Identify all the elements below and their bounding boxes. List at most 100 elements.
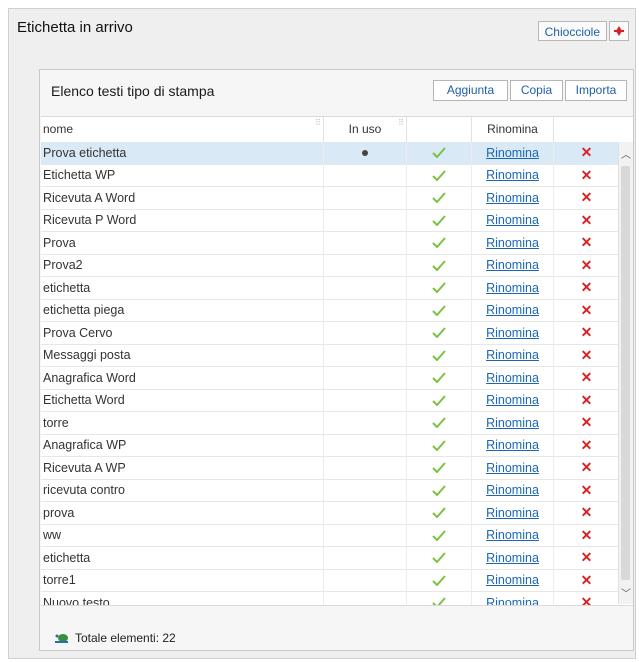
- delete-icon[interactable]: ✕: [581, 594, 593, 605]
- rename-link[interactable]: Rinomina: [486, 281, 539, 295]
- table-row[interactable]: Ricevuta A WP Rinomina ✕: [41, 457, 619, 480]
- rename-link[interactable]: Rinomina: [486, 483, 539, 497]
- table-row[interactable]: Etichetta Word Rinomina ✕: [41, 389, 619, 412]
- table-row[interactable]: Etichetta WP Rinomina ✕: [41, 164, 619, 187]
- row-select-check[interactable]: [407, 479, 472, 501]
- table-row[interactable]: Messaggi posta Rinomina ✕: [41, 344, 619, 367]
- delete-icon[interactable]: ✕: [581, 324, 593, 341]
- table-row[interactable]: Anagrafica WP Rinomina ✕: [41, 434, 619, 457]
- check-icon: [432, 462, 446, 474]
- scroll-down-icon[interactable]: ﹀: [621, 585, 631, 600]
- row-rename-cell: Rinomina: [472, 412, 554, 434]
- delete-icon[interactable]: ✕: [581, 279, 593, 296]
- rename-link[interactable]: Rinomina: [486, 506, 539, 520]
- table-row[interactable]: Prova Cervo Rinomina ✕: [41, 322, 619, 345]
- row-rename-cell: Rinomina: [472, 254, 554, 276]
- row-select-check[interactable]: [407, 412, 472, 434]
- row-select-check[interactable]: [407, 457, 472, 479]
- row-select-check[interactable]: [407, 277, 472, 299]
- header-name[interactable]: nome ⠿: [41, 117, 324, 142]
- row-select-check[interactable]: [407, 299, 472, 321]
- table-row[interactable]: torre Rinomina ✕: [41, 412, 619, 435]
- import-button[interactable]: Importa: [565, 80, 627, 101]
- rename-link[interactable]: Rinomina: [486, 596, 539, 605]
- rename-link[interactable]: Rinomina: [486, 303, 539, 317]
- rename-link[interactable]: Rinomina: [486, 393, 539, 407]
- delete-icon[interactable]: ✕: [581, 504, 593, 521]
- delete-icon[interactable]: ✕: [581, 482, 593, 499]
- rename-link[interactable]: Rinomina: [486, 461, 539, 475]
- scrollbar-thumb[interactable]: [621, 166, 630, 580]
- chiocciole-button[interactable]: Chiocciole: [537, 21, 607, 41]
- table-row[interactable]: etichetta piega Rinomina ✕: [41, 299, 619, 322]
- row-select-check[interactable]: [407, 592, 472, 605]
- table-row[interactable]: Prova2 Rinomina ✕: [41, 254, 619, 277]
- delete-icon[interactable]: ✕: [581, 234, 593, 251]
- delete-icon[interactable]: ✕: [581, 572, 593, 589]
- row-select-check[interactable]: [407, 547, 472, 569]
- rename-link[interactable]: Rinomina: [486, 416, 539, 430]
- table-row[interactable]: Nuovo testo Rinomina ✕: [41, 592, 619, 605]
- delete-icon[interactable]: ✕: [581, 347, 593, 364]
- rename-link[interactable]: Rinomina: [486, 551, 539, 565]
- table-row[interactable]: Prova Rinomina ✕: [41, 232, 619, 255]
- row-select-check[interactable]: [407, 389, 472, 411]
- delete-icon[interactable]: ✕: [581, 459, 593, 476]
- scroll-up-icon[interactable]: ︿: [621, 146, 631, 161]
- row-rename-cell: Rinomina: [472, 344, 554, 366]
- row-select-check[interactable]: [407, 187, 472, 209]
- table-row[interactable]: torre1 Rinomina ✕: [41, 569, 619, 592]
- delete-icon[interactable]: ✕: [581, 392, 593, 409]
- rename-link[interactable]: Rinomina: [486, 236, 539, 250]
- delete-icon[interactable]: ✕: [581, 414, 593, 431]
- table-row[interactable]: etichetta Rinomina ✕: [41, 277, 619, 300]
- delete-icon[interactable]: ✕: [581, 257, 593, 274]
- table-row[interactable]: etichetta Rinomina ✕: [41, 547, 619, 570]
- rename-link[interactable]: Rinomina: [486, 326, 539, 340]
- delete-icon[interactable]: ✕: [581, 437, 593, 454]
- rename-link[interactable]: Rinomina: [486, 146, 539, 160]
- delete-icon[interactable]: ✕: [581, 212, 593, 229]
- row-select-check[interactable]: [407, 232, 472, 254]
- rename-link[interactable]: Rinomina: [486, 371, 539, 385]
- row-select-check[interactable]: [407, 164, 472, 186]
- table-row[interactable]: prova Rinomina ✕: [41, 502, 619, 525]
- header-in-use[interactable]: In uso ⠿: [324, 117, 407, 142]
- delete-icon[interactable]: ✕: [581, 189, 593, 206]
- table-row[interactable]: Ricevuta P Word Rinomina ✕: [41, 209, 619, 232]
- rename-link[interactable]: Rinomina: [486, 258, 539, 272]
- row-select-check[interactable]: [407, 322, 472, 344]
- vertical-scrollbar[interactable]: ︿ ﹀: [618, 142, 633, 604]
- table-row[interactable]: Anagrafica Word Rinomina ✕: [41, 367, 619, 390]
- delete-icon[interactable]: ✕: [581, 527, 593, 544]
- row-select-check[interactable]: [407, 344, 472, 366]
- row-select-check[interactable]: [407, 254, 472, 276]
- add-button[interactable]: Aggiunta: [433, 80, 508, 101]
- delete-icon[interactable]: ✕: [581, 369, 593, 386]
- row-select-check[interactable]: [407, 209, 472, 231]
- row-select-check[interactable]: [407, 569, 472, 591]
- row-select-check[interactable]: [407, 434, 472, 456]
- rename-link[interactable]: Rinomina: [486, 573, 539, 587]
- rename-link[interactable]: Rinomina: [486, 348, 539, 362]
- table-row[interactable]: ww Rinomina ✕: [41, 524, 619, 547]
- table-row[interactable]: Prova etichetta Rinomina ✕: [41, 142, 619, 165]
- rename-link[interactable]: Rinomina: [486, 528, 539, 542]
- table-row[interactable]: Ricevuta A Word Rinomina ✕: [41, 187, 619, 210]
- delete-icon[interactable]: ✕: [581, 144, 593, 161]
- row-select-check[interactable]: [407, 142, 472, 164]
- rename-link[interactable]: Rinomina: [486, 191, 539, 205]
- delete-icon[interactable]: ✕: [581, 302, 593, 319]
- snail-button[interactable]: [609, 21, 629, 41]
- delete-icon[interactable]: ✕: [581, 549, 593, 566]
- row-rename-cell: Rinomina: [472, 299, 554, 321]
- row-select-check[interactable]: [407, 502, 472, 524]
- rename-link[interactable]: Rinomina: [486, 168, 539, 182]
- row-select-check[interactable]: [407, 367, 472, 389]
- copy-button[interactable]: Copia: [510, 80, 563, 101]
- delete-icon[interactable]: ✕: [581, 167, 593, 184]
- row-select-check[interactable]: [407, 524, 472, 546]
- rename-link[interactable]: Rinomina: [486, 438, 539, 452]
- rename-link[interactable]: Rinomina: [486, 213, 539, 227]
- table-row[interactable]: ricevuta contro Rinomina ✕: [41, 479, 619, 502]
